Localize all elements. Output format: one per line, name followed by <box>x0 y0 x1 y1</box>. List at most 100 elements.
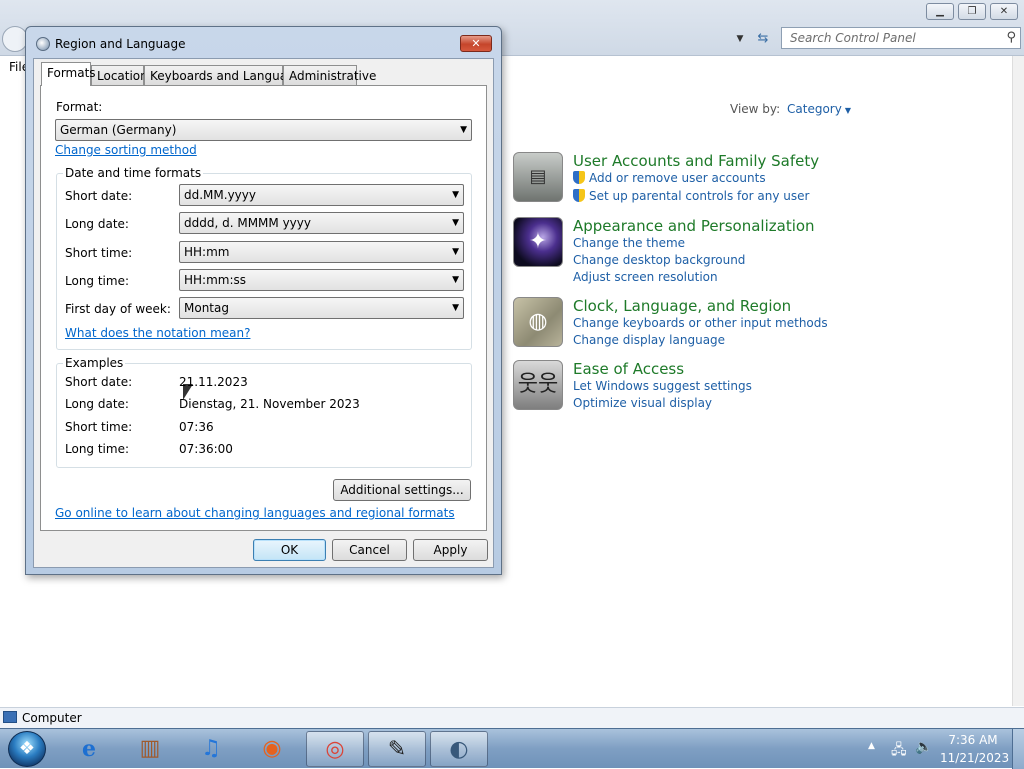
format-dropdown[interactable]: German (Germany) ▼ <box>55 119 472 141</box>
windows-logo-icon: ❖ <box>18 738 36 759</box>
link-change-keyboards[interactable]: Change keyboards or other input methods <box>573 316 828 330</box>
appearance-icon[interactable]: ✦ <box>513 217 563 267</box>
example-long-time-label: Long time: <box>65 442 130 456</box>
close-window-button[interactable]: ✕ <box>990 3 1018 20</box>
maximize-button[interactable]: ❐ <box>958 3 986 20</box>
tab-administrative[interactable]: Administrative <box>283 65 376 85</box>
link-add-remove-accounts[interactable]: Add or remove user accounts <box>573 171 766 185</box>
firefox-icon[interactable]: ◉ <box>243 731 301 767</box>
globe-icon <box>36 37 50 51</box>
search-input[interactable]: Search Control Panel ⚲ <box>781 27 1021 49</box>
link-suggest-settings[interactable]: Let Windows suggest settings <box>573 379 752 393</box>
short-date-value: dd.MM.yyyy <box>184 188 256 202</box>
link-text: Set up parental controls for any user <box>589 189 810 203</box>
network-icon[interactable]: 🖧 <box>891 739 907 763</box>
long-time-label: Long time: <box>65 274 130 288</box>
volume-muted-icon[interactable]: 🔈 <box>915 739 932 755</box>
example-short-time-label: Short time: <box>65 420 133 434</box>
dropdown-arrow-icon: ▼ <box>452 190 459 200</box>
computer-icon <box>3 711 17 723</box>
category-title[interactable]: Ease of Access <box>573 360 684 378</box>
example-long-time-value: 07:36:00 <box>179 442 233 456</box>
example-short-time-value: 07:36 <box>179 420 214 434</box>
view-by-dropdown[interactable]: Category ▼ <box>787 102 851 116</box>
clock-date[interactable]: 11/21/2023 <box>940 751 1009 765</box>
windows-explorer-icon[interactable]: ▥ <box>121 731 179 767</box>
long-date-value: dddd, d. MMMM yyyy <box>184 216 311 230</box>
tab-keyboards-languages[interactable]: Keyboards and Languages <box>144 65 308 85</box>
first-day-dropdown[interactable]: Montag ▼ <box>179 297 464 319</box>
scrollbar[interactable] <box>1012 56 1024 706</box>
refresh-icon[interactable]: ⇆ <box>752 29 774 49</box>
long-time-dropdown[interactable]: HH:mm:ss ▼ <box>179 269 464 291</box>
dropdown-arrow-icon: ▼ <box>452 303 459 313</box>
chrome-icon[interactable]: ◎ <box>306 731 364 767</box>
category-title[interactable]: Appearance and Personalization <box>573 217 815 235</box>
dropdown-arrow-icon: ▼ <box>452 218 459 228</box>
dropdown-arrow-icon: ▼ <box>452 247 459 257</box>
shield-icon <box>573 189 585 202</box>
long-date-dropdown[interactable]: dddd, d. MMMM yyyy ▼ <box>179 212 464 234</box>
dropdown-arrow-icon: ▼ <box>460 125 467 135</box>
address-dropdown-icon[interactable]: ▼ <box>730 30 750 48</box>
dropdown-arrow-icon: ▼ <box>452 275 459 285</box>
minimize-button[interactable]: ▁ <box>926 3 954 20</box>
link-text: Add or remove user accounts <box>589 171 766 185</box>
notation-link[interactable]: What does the notation mean? <box>65 326 250 340</box>
link-parental-controls[interactable]: Set up parental controls for any user <box>573 189 809 203</box>
formats-tab-page: Format: German (Germany) ▼ Change sortin… <box>40 85 487 531</box>
taskbar: ❖ e ▥ ♫ ◉ ◎ ✎ ◐ ▲ 🖧 🔈 7:36 AM 11/21/2023 <box>0 728 1024 769</box>
examples-group: Examples Short date: 21.11.2023 Long dat… <box>56 356 472 468</box>
chevron-down-icon: ▼ <box>844 106 851 115</box>
show-hidden-icons-icon[interactable]: ▲ <box>868 741 875 751</box>
first-day-value: Montag <box>184 301 229 315</box>
show-desktop-button[interactable] <box>1012 729 1024 769</box>
dialog-title: Region and Language <box>55 37 186 51</box>
format-value: German (Germany) <box>60 123 177 137</box>
short-time-dropdown[interactable]: HH:mm ▼ <box>179 241 464 263</box>
short-date-label: Short date: <box>65 189 133 203</box>
ok-button[interactable]: OK <box>253 539 326 561</box>
region-language-dialog: Region and Language ✕ Formats Location K… <box>25 26 502 575</box>
internet-explorer-icon[interactable]: e <box>60 731 118 767</box>
mouse-cursor-icon <box>183 384 193 400</box>
start-orb[interactable]: ❖ <box>8 731 46 767</box>
change-sorting-link[interactable]: Change sorting method <box>55 143 197 157</box>
example-long-date-value: Dienstag, 21. November 2023 <box>179 397 360 411</box>
view-by-label: View by: <box>730 102 781 116</box>
group-title: Date and time formats <box>63 166 204 180</box>
shield-icon <box>573 171 585 184</box>
first-day-label: First day of week: <box>65 302 171 316</box>
user-accounts-icon[interactable]: ▤ <box>513 152 563 202</box>
online-help-link[interactable]: Go online to learn about changing langua… <box>55 506 455 520</box>
link-optimize-display[interactable]: Optimize visual display <box>573 396 712 410</box>
date-time-formats-group: Date and time formats Short date: dd.MM.… <box>56 166 472 350</box>
itunes-icon[interactable]: ♫ <box>182 731 240 767</box>
dialog-close-button[interactable]: ✕ <box>460 35 492 52</box>
link-display-language[interactable]: Change display language <box>573 333 725 347</box>
group-title: Examples <box>63 356 126 370</box>
close-icon: ✕ <box>471 37 481 50</box>
apply-button[interactable]: Apply <box>413 539 488 561</box>
short-time-value: HH:mm <box>184 245 230 259</box>
dialog-body: Formats Location Keyboards and Languages… <box>33 58 494 568</box>
cancel-button[interactable]: Cancel <box>332 539 407 561</box>
long-date-label: Long date: <box>65 217 129 231</box>
clock-language-region-icon[interactable]: ◍ <box>513 297 563 347</box>
link-change-theme[interactable]: Change the theme <box>573 236 685 250</box>
tab-location[interactable]: Location <box>91 65 148 85</box>
search-icon[interactable]: ⚲ <box>1006 30 1016 45</box>
tab-formats[interactable]: Formats <box>41 62 96 86</box>
search-placeholder: Search Control Panel <box>790 31 916 45</box>
category-title[interactable]: Clock, Language, and Region <box>573 297 791 315</box>
paint-icon[interactable]: ✎ <box>368 731 426 767</box>
region-language-icon[interactable]: ◐ <box>430 731 488 767</box>
additional-settings-button[interactable]: Additional settings... <box>333 479 471 501</box>
restore-icon: ❐ <box>967 6 977 17</box>
link-desktop-background[interactable]: Change desktop background <box>573 253 745 267</box>
clock-time[interactable]: 7:36 AM <box>940 733 1006 747</box>
link-screen-resolution[interactable]: Adjust screen resolution <box>573 270 718 284</box>
short-date-dropdown[interactable]: dd.MM.yyyy ▼ <box>179 184 464 206</box>
category-title[interactable]: User Accounts and Family Safety <box>573 152 819 170</box>
ease-of-access-icon[interactable]: 웃웃 <box>513 360 563 410</box>
